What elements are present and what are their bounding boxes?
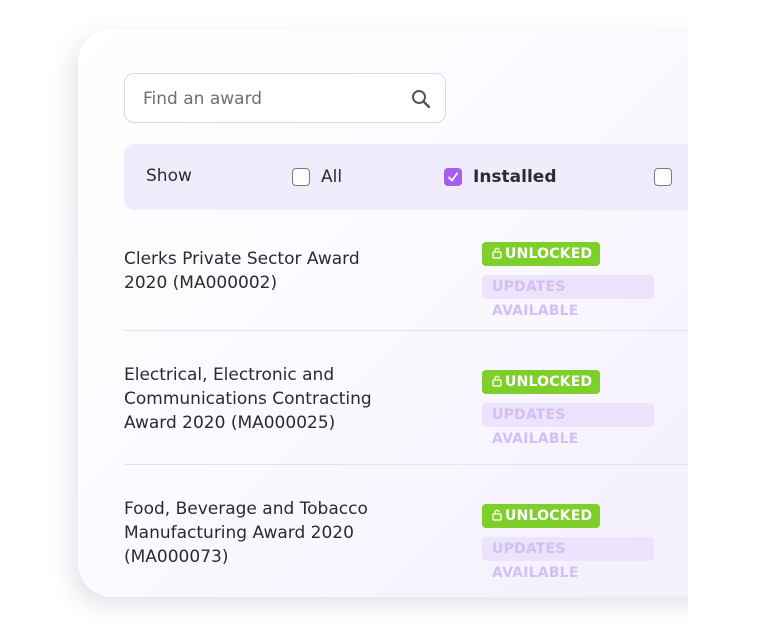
filter-third[interactable] <box>654 165 683 189</box>
filter-third-checkbox[interactable] <box>654 168 672 186</box>
filter-all-label: All <box>321 167 343 187</box>
awards-panel: Show All Installed Clerks Private Sector… <box>78 29 718 597</box>
unlocked-badge-label: UNLOCKED <box>505 374 593 390</box>
unlocked-badge-label: UNLOCKED <box>505 508 593 524</box>
right-edge-mask <box>688 0 766 626</box>
search-icon[interactable] <box>410 88 432 110</box>
filter-installed[interactable]: Installed <box>444 165 557 189</box>
divider <box>124 330 718 331</box>
checkmark-icon <box>448 172 458 182</box>
filter-installed-checkbox[interactable] <box>444 168 462 186</box>
show-label: Show <box>146 166 192 186</box>
unlocked-badge-label: UNLOCKED <box>505 246 593 262</box>
filter-installed-label: Installed <box>473 167 557 187</box>
award-title: Electrical, Electronic and Communication… <box>124 365 372 433</box>
award-title: Clerks Private Sector Award 2020 (MA0000… <box>124 249 360 293</box>
unlocked-badge: UNLOCKED <box>482 504 600 528</box>
unlocked-badge: UNLOCKED <box>482 370 600 394</box>
updates-badge: UPDATES AVAILABLE <box>482 537 654 581</box>
search-box[interactable] <box>124 73 446 124</box>
updates-badge: UPDATES AVAILABLE <box>482 403 654 447</box>
filter-all[interactable]: All <box>292 165 342 189</box>
unlocked-badge: UNLOCKED <box>482 242 600 266</box>
updates-badge: UPDATES AVAILABLE <box>482 275 654 319</box>
divider <box>124 464 718 465</box>
unlocked-lock-icon <box>492 375 502 387</box>
search-input[interactable] <box>141 74 395 124</box>
filter-all-checkbox[interactable] <box>292 168 310 186</box>
filter-bar: Show All Installed <box>124 144 718 210</box>
unlocked-lock-icon <box>492 247 502 259</box>
unlocked-lock-icon <box>492 509 502 521</box>
award-title: Food, Beverage and Tobacco Manufacturing… <box>124 499 368 567</box>
